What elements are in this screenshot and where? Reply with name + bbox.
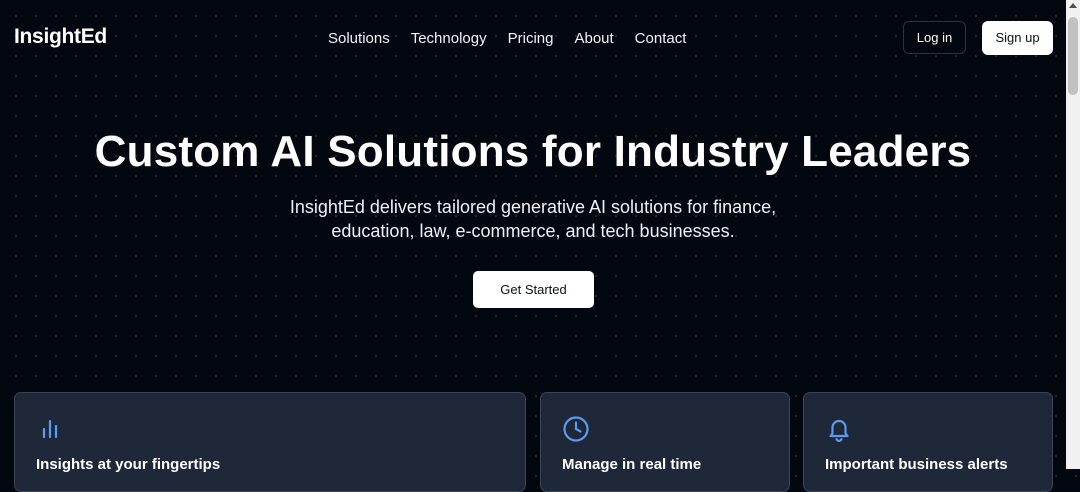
scroll-up-arrow-icon[interactable] — [1069, 3, 1077, 8]
nav-link-about[interactable]: About — [574, 30, 613, 47]
feature-card-realtime: Manage in real time — [540, 392, 790, 492]
feature-title: Manage in real time — [562, 456, 702, 473]
scrollbar-thumb[interactable] — [1068, 17, 1078, 95]
login-button[interactable]: Log in — [903, 21, 966, 54]
hero-subtitle: InsightEd delivers tailored generative A… — [289, 197, 777, 241]
feature-card-insights: Insights at your fingertips — [14, 392, 526, 492]
feature-card-alerts: Important business alerts — [803, 392, 1053, 492]
main-menu: Solutions Technology Pricing About Conta… — [318, 30, 707, 47]
signup-button[interactable]: Sign up — [982, 21, 1053, 55]
nav-link-technology[interactable]: Technology — [411, 30, 487, 47]
feature-title: Insights at your fingertips — [36, 456, 221, 473]
nav-link-contact[interactable]: Contact — [635, 30, 687, 47]
page-scrollbar[interactable] — [1066, 0, 1080, 469]
top-navigation: InsightEd Solutions Technology Pricing A… — [0, 0, 1066, 78]
nav-link-pricing[interactable]: Pricing — [508, 30, 554, 47]
hero-title: Custom AI Solutions for Industry Leaders — [94, 127, 972, 176]
get-started-button[interactable]: Get Started — [473, 271, 594, 308]
clock-icon — [562, 415, 590, 443]
nav-link-solutions[interactable]: Solutions — [328, 30, 390, 47]
bell-icon — [825, 415, 853, 443]
bar-chart-icon — [36, 415, 64, 443]
feature-title: Important business alerts — [825, 456, 1008, 473]
brand-logo[interactable]: InsightEd — [14, 25, 107, 49]
